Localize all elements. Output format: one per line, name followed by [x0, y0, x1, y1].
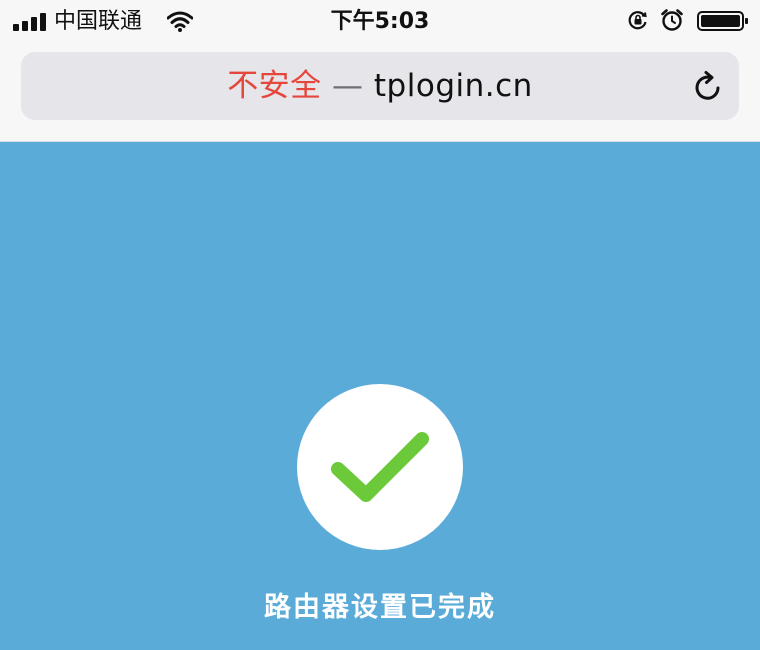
setup-complete-message: 路由器设置已完成: [264, 592, 496, 623]
address-bar[interactable]: 不安全 — tplogin.cn: [21, 52, 739, 120]
alarm-icon: [661, 9, 683, 31]
rotation-lock-icon: [628, 11, 647, 30]
status-bar: 中国联通 下午5:03: [0, 0, 760, 44]
url-domain: tplogin.cn: [373, 68, 533, 104]
url-display[interactable]: 不安全 — tplogin.cn: [21, 52, 739, 120]
success-badge: [297, 384, 463, 550]
reload-icon[interactable]: [693, 70, 723, 102]
router-setup-page: 路由器设置已完成: [0, 142, 760, 650]
checkmark-icon: [331, 432, 429, 502]
url-separator: —: [332, 68, 364, 104]
not-secure-label: 不安全: [227, 68, 322, 104]
battery-icon: [697, 11, 748, 31]
browser-chrome: 中国联通 下午5:03 不安全 — tplogin.cn: [0, 0, 760, 142]
